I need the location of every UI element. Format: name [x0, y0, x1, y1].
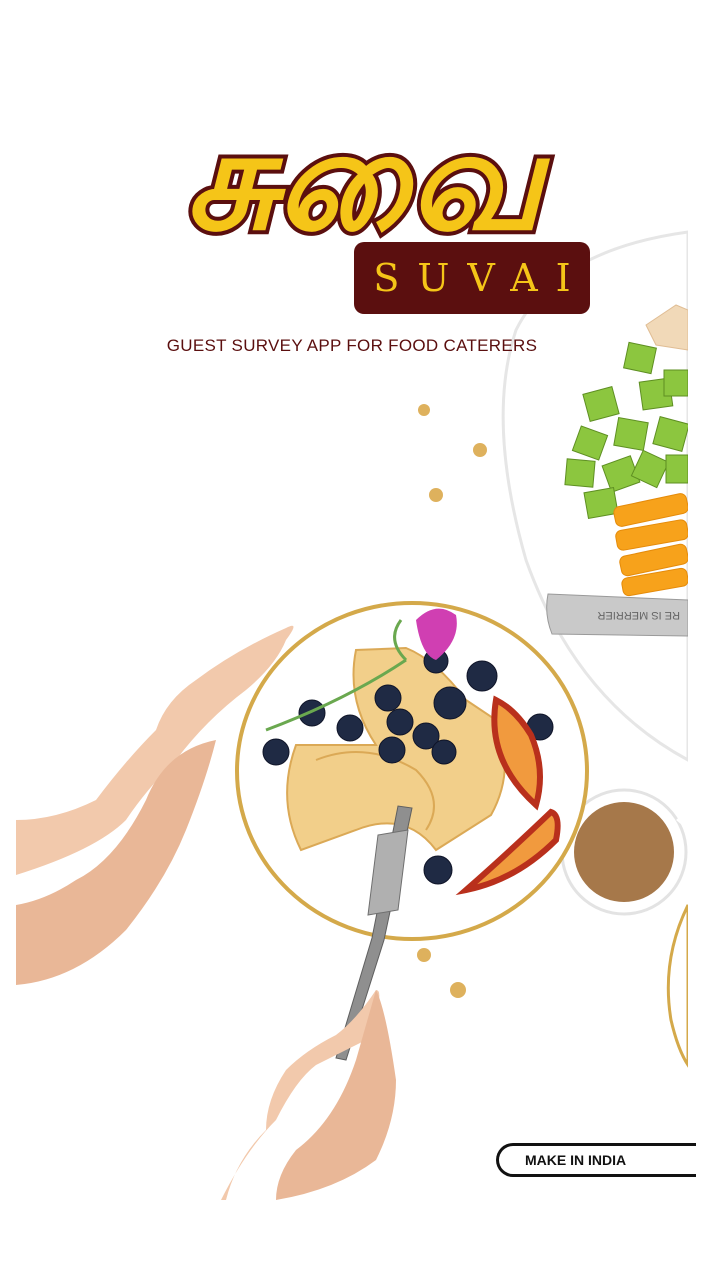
brand-name: SUVAI: [373, 256, 589, 300]
tamil-logo-text: சுவை: [185, 99, 551, 262]
make-in-india-label: MAKE IN INDIA: [525, 1152, 627, 1168]
suvai-badge: SUVAI: [354, 242, 590, 314]
crepe-plate: [235, 601, 589, 941]
tamil-logo: சுவை: [181, 96, 555, 266]
tagline: GUEST SURVEY APP FOR FOOD CATERERS: [166, 336, 538, 355]
make-in-india-badge: MAKE IN INDIA: [496, 1143, 696, 1177]
knife: RE IS MERRIER: [546, 593, 688, 637]
splash-screen: RE IS MERRIER சுவை SUVAI GUEST SURVEY AP…: [16, 0, 688, 1200]
knife-engraving: RE IS MERRIER: [597, 609, 680, 621]
right-hand: [221, 990, 396, 1200]
